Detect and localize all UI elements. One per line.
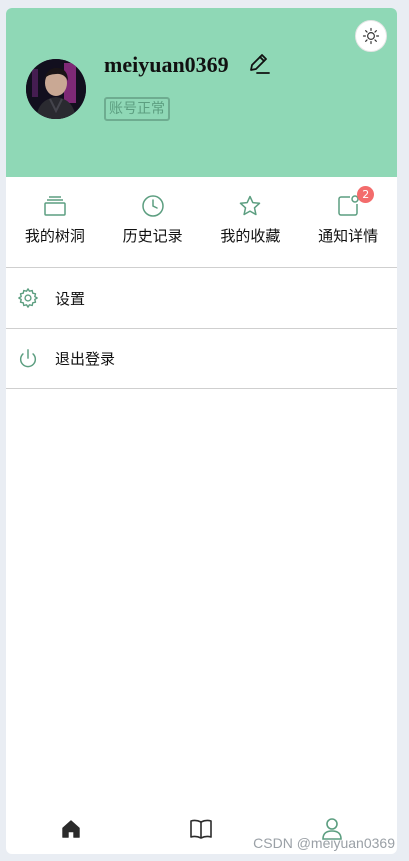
quick-link-history[interactable]: 历史记录 bbox=[104, 177, 202, 268]
theme-toggle-button[interactable] bbox=[355, 20, 387, 52]
notification-icon bbox=[338, 195, 359, 216]
clock-icon bbox=[141, 195, 164, 217]
profile-screen: meiyuan0369 账号正常 我的树洞 历史记录 我的收藏 2 通知详情 设… bbox=[6, 8, 397, 854]
notification-count-badge: 2 bbox=[357, 186, 375, 203]
account-status-badge: 账号正常 bbox=[104, 97, 170, 121]
tree-hole-icon bbox=[44, 196, 66, 216]
quick-link-label: 我的树洞 bbox=[24, 227, 85, 245]
quick-link-notifications[interactable]: 2 通知详情 bbox=[299, 177, 397, 268]
username: meiyuan0369 bbox=[104, 52, 229, 77]
menu-item-settings[interactable]: 设置 bbox=[6, 267, 397, 328]
book-icon bbox=[190, 819, 213, 839]
edit-icon[interactable] bbox=[248, 52, 270, 76]
quick-link-label: 历史记录 bbox=[122, 227, 183, 245]
csdn-watermark: CSDN @meiyuan0369 bbox=[253, 835, 395, 851]
gear-icon bbox=[18, 288, 38, 308]
sun-icon bbox=[362, 27, 380, 45]
menu-item-label: 退出登录 bbox=[55, 350, 116, 368]
home-icon bbox=[62, 820, 80, 838]
quick-link-label: 通知详情 bbox=[318, 227, 379, 245]
quick-links: 我的树洞 历史记录 我的收藏 2 通知详情 bbox=[6, 177, 397, 268]
power-icon bbox=[19, 348, 37, 367]
tab-book[interactable] bbox=[136, 804, 266, 854]
tab-home[interactable] bbox=[6, 804, 136, 854]
avatar[interactable] bbox=[26, 59, 86, 119]
menu-item-logout[interactable]: 退出登录 bbox=[6, 328, 397, 389]
star-icon bbox=[240, 195, 261, 216]
menu-item-label: 设置 bbox=[55, 289, 86, 308]
settings-menu: 设置 退出登录 bbox=[6, 267, 397, 389]
quick-link-label: 我的收藏 bbox=[220, 227, 281, 245]
profile-header: meiyuan0369 账号正常 bbox=[6, 8, 397, 177]
quick-link-tree-hole[interactable]: 我的树洞 bbox=[6, 177, 104, 268]
quick-link-favorites[interactable]: 我的收藏 bbox=[202, 177, 300, 268]
